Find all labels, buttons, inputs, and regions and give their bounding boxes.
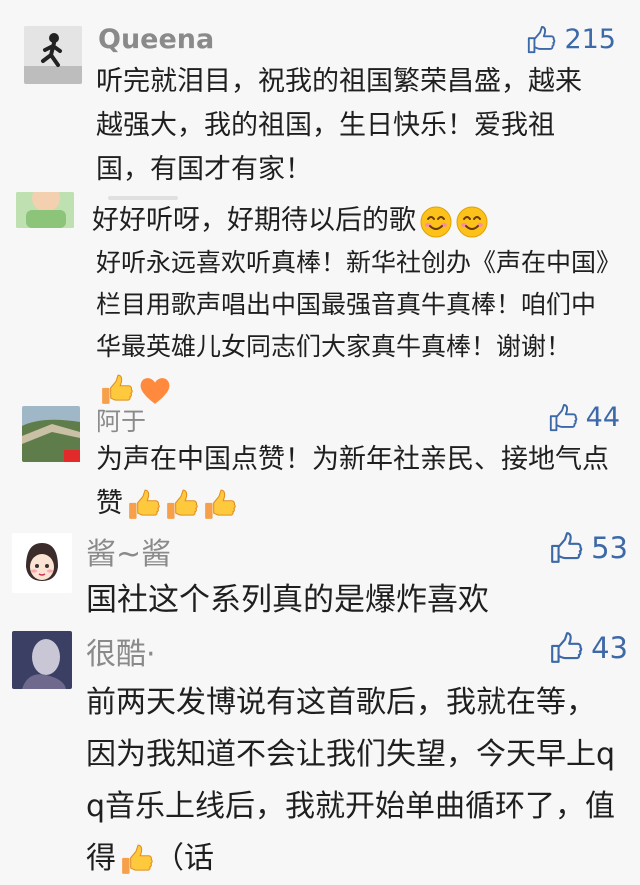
- username[interactable]: 很酷·: [86, 629, 156, 673]
- reply-text: 好听永远喜欢听真棒！新华社创办《声在中国》栏目用歌声唱出中国最强音真牛真棒！咱们…: [96, 242, 616, 410]
- emoji-group: [127, 488, 237, 522]
- flag-badge-icon: [64, 450, 80, 462]
- smiling-face-icon: [456, 206, 488, 238]
- like-count: 215: [564, 24, 616, 55]
- like-button[interactable]: 44: [548, 402, 620, 433]
- thumbs-up-icon: [548, 403, 578, 433]
- comment-henku: 很酷· 43 前两天发博说有这首歌后，我就在等，因为我知道不会让我们失望，今天早…: [0, 625, 640, 876]
- avatar[interactable]: [16, 192, 74, 228]
- avatar[interactable]: [12, 533, 72, 593]
- thumbs-up-emoji-icon: [165, 488, 199, 522]
- comment-ayu: 阿于 44 为声在中国点赞！为新年社亲民、接地气点赞: [0, 400, 640, 525]
- thumbs-up-icon: [549, 531, 583, 565]
- comment-text: 为声在中国点赞！为新年社亲民、接地气点赞: [96, 438, 616, 526]
- like-count: 44: [585, 402, 620, 433]
- avatar[interactable]: [24, 26, 82, 84]
- avatar[interactable]: [12, 631, 72, 689]
- comment-queena: Queena 215 听完就泪目，祝我的祖国繁荣昌盛，越来越强大，我的祖国，生日…: [0, 0, 640, 190]
- smiling-face-icon: [420, 206, 452, 238]
- username[interactable]: 酱~酱: [86, 529, 171, 573]
- comment-text: 好好听呀，好期待以后的歌: [92, 200, 612, 242]
- username[interactable]: Queena: [98, 24, 214, 55]
- emoji-group: [420, 206, 488, 238]
- comment-text: 国社这个系列真的是爆炸喜欢: [86, 582, 489, 618]
- portrait-avatar-image: [12, 631, 72, 689]
- comment-cropped-user: 好好听呀，好期待以后的歌 好听永远喜欢听真棒！新华社创办《声在中国》栏目用歌声唱…: [0, 190, 640, 400]
- like-count: 53: [591, 531, 628, 565]
- thumbs-up-emoji-icon: [127, 488, 161, 522]
- like-button[interactable]: 43: [549, 631, 628, 665]
- username[interactable]: 阿于: [96, 402, 146, 438]
- like-count: 43: [591, 631, 628, 665]
- child-avatar-image: [16, 192, 74, 228]
- thumbs-up-emoji-icon: [203, 488, 237, 522]
- thumbs-up-icon: [549, 631, 583, 665]
- like-button[interactable]: 215: [526, 24, 616, 55]
- thumbs-up-icon: [526, 25, 556, 55]
- comment-jiangjiang: 酱~酱 53 国社这个系列真的是爆炸喜欢: [0, 525, 640, 625]
- runner-avatar-image: [24, 26, 82, 84]
- girl-cartoon-avatar-image: [12, 533, 72, 593]
- comment-text: 前两天发博说有这首歌后，我就在等，因为我知道不会让我们失望，今天早上qq音乐上线…: [86, 685, 616, 876]
- like-button[interactable]: 53: [549, 531, 628, 565]
- comment-text: 听完就泪目，祝我的祖国繁荣昌盛，越来越强大，我的祖国，生日快乐！爱我祖国，有国才…: [96, 66, 582, 185]
